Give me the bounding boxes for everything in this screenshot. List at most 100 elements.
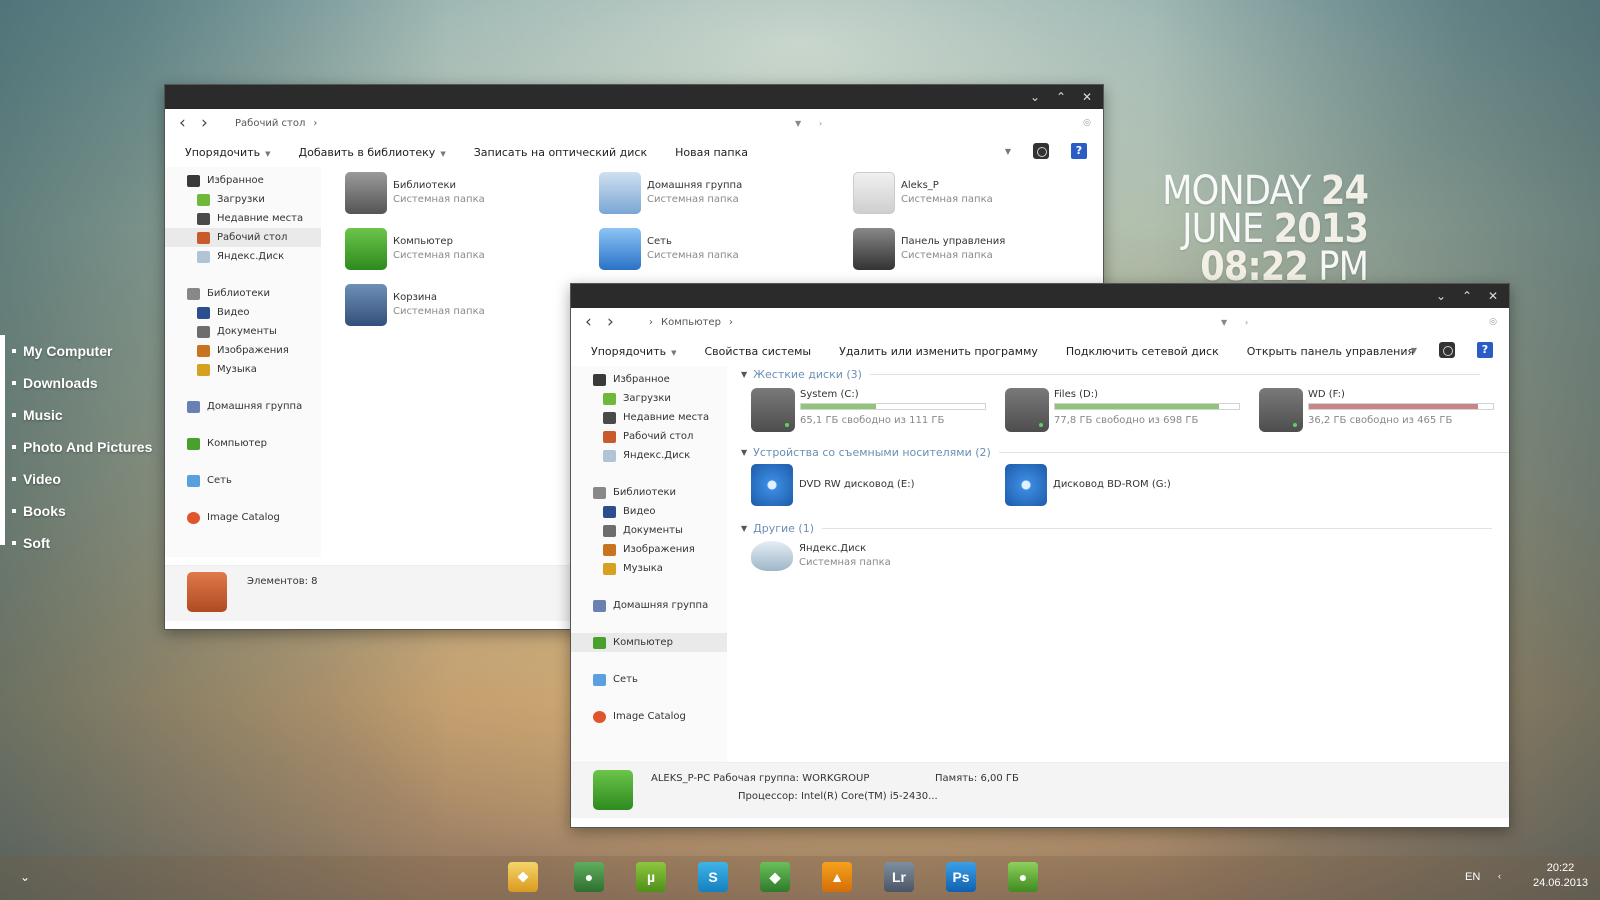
preview-pane-icon[interactable] (1033, 143, 1049, 159)
sidebar-item-computer[interactable]: Компьютер (571, 633, 727, 652)
sidebar-item-catalog[interactable]: Image Catalog (165, 508, 321, 527)
map-network-drive-button[interactable]: Подключить сетевой диск (1066, 345, 1219, 358)
view-options-icon[interactable]: ▼ (1411, 346, 1417, 355)
item-control-panel[interactable]: Панель управления Системная папка (853, 228, 1005, 270)
dock-item-books[interactable]: Books (12, 495, 170, 527)
chevron-down-icon[interactable]: ⌄ (20, 870, 30, 884)
sidebar-item-recent[interactable]: Недавние места (571, 408, 727, 427)
back-icon[interactable]: ‹ (585, 312, 607, 332)
vlc-icon[interactable]: ▲ (822, 862, 852, 892)
homegroup-icon (187, 400, 200, 413)
forward-icon[interactable]: › (607, 312, 629, 332)
breadcrumb-computer[interactable]: Компьютер (661, 317, 721, 328)
history-dropdown-icon[interactable]: ▼ (1221, 318, 1227, 327)
sidebar-item-images[interactable]: Изображения (571, 540, 727, 559)
drive-g-bdrom[interactable]: Дисковод BD-ROM (G:) (1005, 464, 1171, 506)
dock-item-video[interactable]: Video (12, 463, 170, 495)
sidebar-item-favorites[interactable]: Избранное (165, 171, 321, 190)
sidebar-item-recent[interactable]: Недавние места (165, 209, 321, 228)
sidebar-item-homegroup[interactable]: Домашняя группа (571, 596, 727, 615)
uninstall-program-button[interactable]: Удалить или изменить программу (839, 345, 1038, 358)
evernote-icon[interactable]: ● (1008, 862, 1038, 892)
sidebar-item-music[interactable]: Музыка (165, 360, 321, 379)
minimize-button[interactable]: ⌄ (1435, 289, 1447, 303)
organize-button[interactable]: Упорядочить ▼ (185, 146, 271, 159)
breadcrumb-desktop[interactable]: Рабочий стол (235, 118, 305, 129)
sidebar-item-desktop[interactable]: Рабочий стол (165, 228, 321, 247)
sidebar-item-favorites[interactable]: Избранное (571, 370, 727, 389)
windows-start-icon[interactable]: ❖ (508, 862, 538, 892)
refresh-icon[interactable]: › (1245, 318, 1248, 327)
sidebar-item-homegroup[interactable]: Домашняя группа (165, 397, 321, 416)
item-recycle-bin[interactable]: Корзина Системная папка (345, 284, 485, 326)
item-computer[interactable]: Компьютер Системная папка (345, 228, 485, 270)
system-clock[interactable]: 20:22 24.06.2013 (1533, 862, 1588, 889)
sidebar-item-images[interactable]: Изображения (165, 341, 321, 360)
refresh-icon[interactable]: › (819, 119, 822, 128)
organize-button[interactable]: Упорядочить ▼ (591, 345, 677, 358)
sidebar-item-downloads[interactable]: Загрузки (165, 190, 321, 209)
skype-icon[interactable]: S (698, 862, 728, 892)
group-header-removable[interactable]: ▼ Устройства со съемными носителями (2) (741, 446, 1509, 459)
drive-d[interactable]: Files (D:) 77,8 ГБ свободно из 698 ГБ (1005, 388, 1240, 432)
back-icon[interactable]: ‹ (179, 113, 201, 133)
language-indicator[interactable]: EN (1465, 871, 1480, 883)
group-header-other[interactable]: ▼ Другие (1) (741, 522, 1493, 535)
sidebar-item-documents[interactable]: Документы (571, 521, 727, 540)
dock-item-my-computer[interactable]: My Computer (12, 335, 170, 367)
view-options-icon[interactable]: ▼ (1005, 147, 1011, 156)
sidebar-item-desktop[interactable]: Рабочий стол (571, 427, 727, 446)
drive-c[interactable]: System (C:) 65,1 ГБ свободно из 111 ГБ (751, 388, 986, 432)
burn-button[interactable]: Записать на оптический диск (474, 146, 647, 159)
sidebar-item-libraries[interactable]: Библиотеки (165, 284, 321, 303)
address-bar[interactable]: ‹ › Рабочий стол › ▼ › ◎ (165, 109, 1103, 137)
dock-item-music[interactable]: Music (12, 399, 170, 431)
item-libraries[interactable]: Библиотеки Системная папка (345, 172, 485, 214)
maximize-button[interactable]: ⌃ (1461, 289, 1473, 303)
sidebar-item-network[interactable]: Сеть (571, 670, 727, 689)
sidebar-item-music[interactable]: Музыка (571, 559, 727, 578)
forward-icon[interactable]: › (201, 113, 223, 133)
minimize-button[interactable]: ⌄ (1029, 90, 1041, 104)
preview-pane-icon[interactable] (1439, 342, 1455, 358)
item-yandex-disk[interactable]: Яндекс.Диск Системная папка (751, 541, 891, 571)
close-button[interactable]: ✕ (1081, 90, 1093, 104)
chrome-icon[interactable]: ● (574, 862, 604, 892)
history-dropdown-icon[interactable]: ▼ (795, 119, 801, 128)
utorrent-icon[interactable]: µ (636, 862, 666, 892)
system-properties-button[interactable]: Свойства системы (705, 345, 812, 358)
group-header-hard-drives[interactable]: ▼ Жесткие диски (3) (741, 368, 1480, 381)
sidebar-item-catalog[interactable]: Image Catalog (571, 707, 727, 726)
close-button[interactable]: ✕ (1487, 289, 1499, 303)
drive-f[interactable]: WD (F:) 36,2 ГБ свободно из 465 ГБ (1259, 388, 1494, 432)
dock-item-photo[interactable]: Photo And Pictures (12, 431, 170, 463)
sidebar-item-yandex[interactable]: Яндекс.Диск (571, 446, 727, 465)
lightroom-icon[interactable]: Lr (884, 862, 914, 892)
sidebar-item-computer[interactable]: Компьютер (165, 434, 321, 453)
new-folder-button[interactable]: Новая папка (675, 146, 748, 159)
item-homegroup[interactable]: Домашняя группа Системная папка (599, 172, 742, 214)
maximize-button[interactable]: ⌃ (1055, 90, 1067, 104)
search-icon[interactable]: ◎ (1083, 118, 1091, 128)
dock-item-downloads[interactable]: Downloads (12, 367, 170, 399)
address-bar[interactable]: ‹ › › Компьютер › ▼ › ◎ (571, 308, 1509, 336)
sidebar-item-libraries[interactable]: Библиотеки (571, 483, 727, 502)
dock-item-soft[interactable]: Soft (12, 527, 170, 559)
help-icon[interactable]: ? (1477, 342, 1493, 358)
sidebar-item-video[interactable]: Видео (165, 303, 321, 322)
item-network[interactable]: Сеть Системная папка (599, 228, 739, 270)
drive-e-dvd[interactable]: DVD RW дисковод (E:) (751, 464, 915, 506)
tray-expand-icon[interactable]: ‹ (1498, 871, 1501, 881)
help-icon[interactable]: ? (1071, 143, 1087, 159)
sidebar-item-yandex[interactable]: Яндекс.Диск (165, 247, 321, 266)
sidebar-item-documents[interactable]: Документы (165, 322, 321, 341)
shield-app-icon[interactable]: ◆ (760, 862, 790, 892)
photoshop-icon[interactable]: Ps (946, 862, 976, 892)
open-control-panel-button[interactable]: Открыть панель управления (1247, 345, 1414, 358)
add-to-library-button[interactable]: Добавить в библиотеку ▼ (299, 146, 446, 159)
item-user[interactable]: Aleks_P Системная папка (853, 172, 993, 214)
sidebar-item-video[interactable]: Видео (571, 502, 727, 521)
sidebar-item-downloads[interactable]: Загрузки (571, 389, 727, 408)
sidebar-item-network[interactable]: Сеть (165, 471, 321, 490)
search-icon[interactable]: ◎ (1489, 317, 1497, 327)
